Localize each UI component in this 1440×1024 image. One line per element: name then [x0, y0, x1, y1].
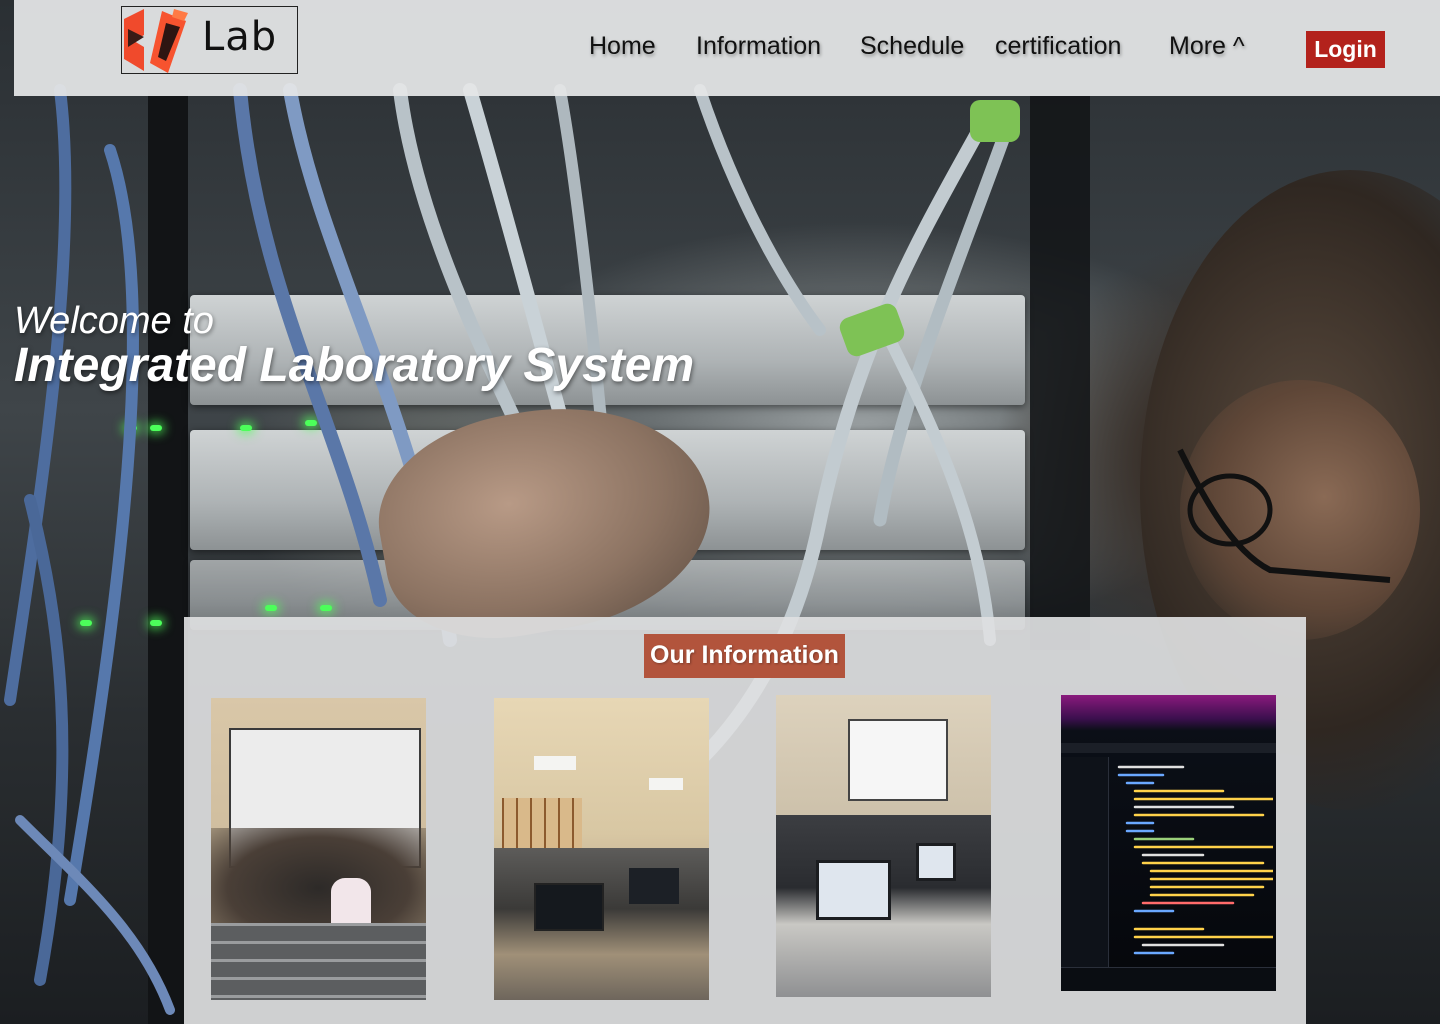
nav-schedule[interactable]: Schedule — [860, 32, 964, 61]
shelf — [502, 798, 582, 848]
hero-title: Integrated Laboratory System — [14, 339, 695, 392]
logo-mark-icon — [124, 9, 188, 73]
information-heading: Our Information — [644, 634, 845, 678]
login-button[interactable]: Login — [1306, 31, 1385, 68]
monitor — [534, 883, 604, 931]
nav-certification[interactable]: certification — [995, 32, 1121, 61]
editor-terminal — [1061, 967, 1276, 991]
nav-more-dropdown[interactable]: More ^ — [1169, 32, 1245, 61]
nav-home[interactable]: Home — [589, 32, 656, 61]
eyeglasses — [1177, 448, 1391, 583]
air-conditioner — [534, 756, 576, 770]
group-of-people — [211, 828, 426, 928]
projector-screen — [848, 719, 948, 801]
logo-text: Lab — [202, 14, 278, 60]
monitor — [629, 868, 679, 904]
editor-sidebar — [1061, 757, 1109, 987]
info-photo-class[interactable] — [776, 695, 991, 997]
editor-menubar — [1061, 743, 1276, 753]
air-conditioner — [649, 778, 683, 790]
brand-logo[interactable]: Lab — [121, 6, 298, 74]
information-section: Our Information — [184, 617, 1306, 1024]
code-lines — [1117, 765, 1273, 955]
info-photo-group[interactable] — [211, 698, 426, 1000]
monitor — [916, 843, 956, 881]
top-navbar: Lab Home Information Schedule certificat… — [14, 0, 1440, 96]
nav-information[interactable]: Information — [696, 32, 821, 61]
info-photo-code-editor[interactable] — [1061, 695, 1276, 991]
monitor — [816, 860, 891, 920]
info-photo-lab-rows[interactable] — [494, 698, 709, 1000]
desk-rows — [211, 923, 426, 1000]
hero-welcome-text: Welcome to — [14, 300, 214, 342]
